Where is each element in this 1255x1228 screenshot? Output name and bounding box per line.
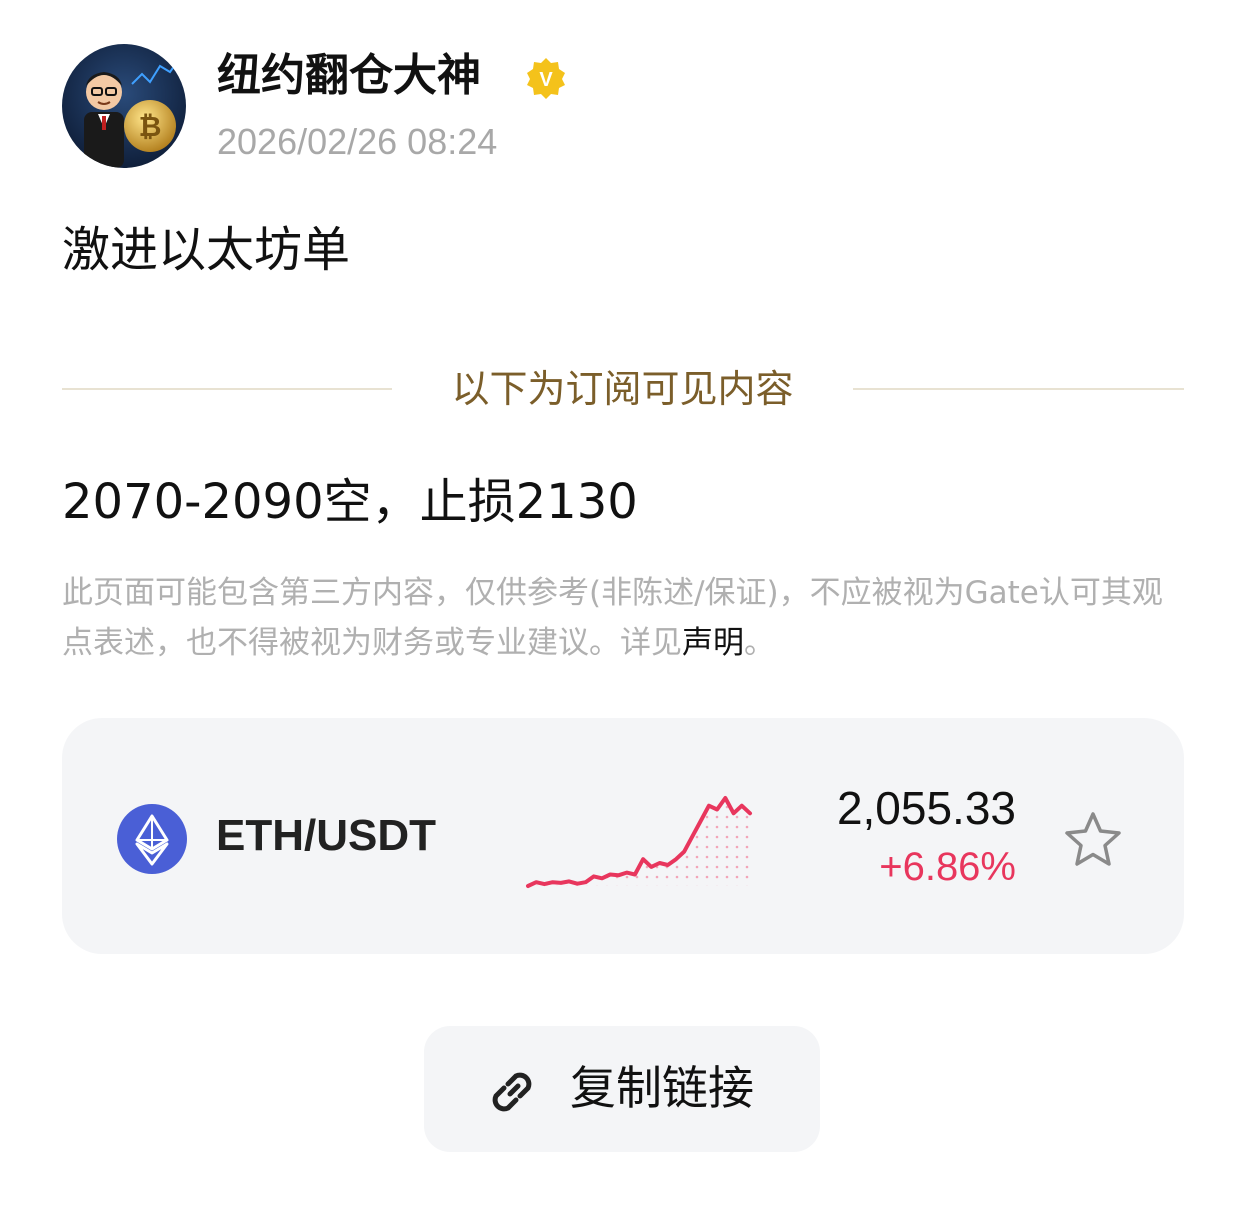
ethereum-icon	[117, 804, 187, 874]
disclaimer-text: 此页面可能包含第三方内容，仅供参考(非陈述/保证)，不应被视为Gate认可其观点…	[62, 575, 1163, 661]
divider-line-right	[853, 388, 1184, 390]
post-text: 激进以太坊单	[62, 222, 351, 278]
avatar-cartoon-trader-icon: ₿	[62, 44, 186, 168]
trade-signal-text: 2070-2090空，止损2130	[62, 474, 638, 530]
divider-line-left	[62, 388, 392, 390]
disclaimer-suffix: 。	[744, 625, 775, 661]
avatar[interactable]: ₿	[62, 44, 186, 168]
post-timestamp: 2026/02/26 08:24	[217, 121, 498, 162]
link-icon	[486, 1062, 542, 1118]
disclaimer: 此页面可能包含第三方内容，仅供参考(非陈述/保证)，不应被视为Gate认可其观点…	[62, 568, 1192, 668]
trading-pair-label: ETH/USDT	[216, 811, 436, 860]
price-change-percent: +6.86%	[879, 845, 1016, 889]
copy-link-label: 复制链接	[570, 1061, 754, 1115]
svg-text:₿: ₿	[139, 110, 162, 143]
disclaimer-link[interactable]: 声明	[682, 625, 744, 661]
last-price: 2,055.33	[836, 782, 1016, 834]
verified-badge-letter: V	[539, 69, 553, 91]
copy-link-button[interactable]: 复制链接	[424, 1026, 820, 1152]
subscription-divider-label: 以下为订阅可见内容	[451, 367, 794, 411]
market-ticker-card[interactable]: ETH/USDT 2,055.33 +6.86%	[62, 718, 1184, 954]
verified-badge-icon: V	[524, 56, 568, 100]
price-sparkline	[526, 796, 752, 888]
star-outline-icon[interactable]	[1062, 810, 1124, 870]
author-name[interactable]: 纽约翻仓大神	[217, 48, 481, 104]
